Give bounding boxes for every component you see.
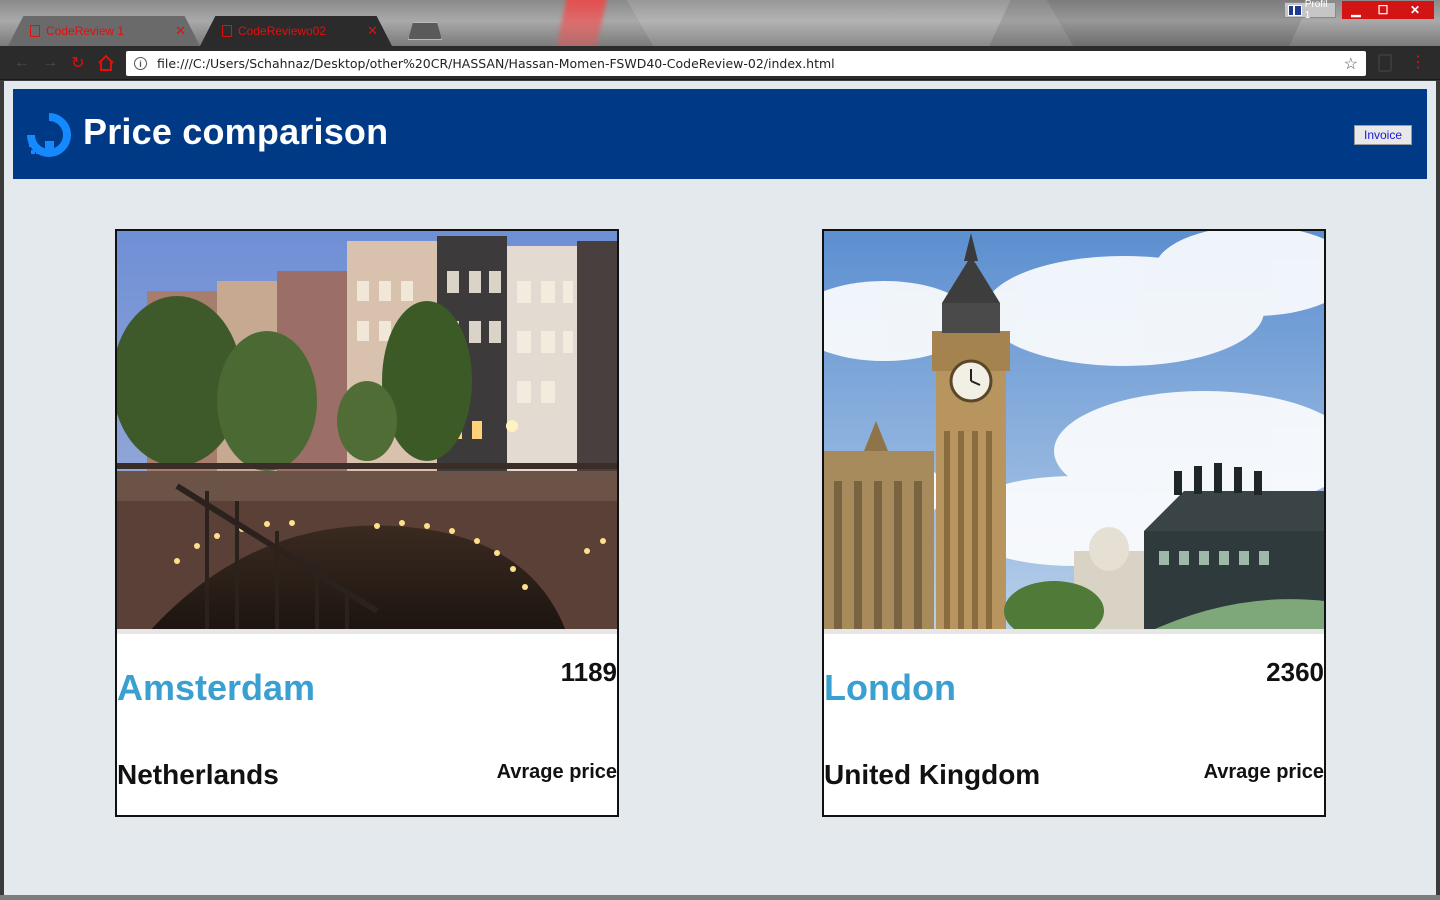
home-button[interactable] [96,53,116,73]
london-photo [824,231,1324,634]
close-icon[interactable]: ✕ [367,23,378,39]
bookmark-extension-icon[interactable] [1378,54,1392,72]
home-icon [98,54,114,71]
browser-tab-codereview-1[interactable]: CodeReview 1 ✕ [8,16,200,46]
window-frame-bottom [0,895,1440,900]
browser-titlebar: CodeReview 1 ✕ CodeReviewo02 ✕ Profil 1 … [0,0,1440,46]
document-icon [222,25,232,37]
reload-icon: ↻ [71,55,85,72]
document-icon [30,25,40,37]
close-icon[interactable]: ✕ [175,23,186,39]
city-name: Amsterdam [117,667,316,708]
arrow-left-icon: ← [14,54,30,71]
city-card-london: London 2360 United Kingdom Avrage price [822,229,1326,817]
minimize-icon: ▁ [1351,3,1361,17]
amsterdam-photo [117,231,617,634]
page-title: Price comparison [83,111,389,152]
logo-icon [27,113,71,157]
invoice-button[interactable]: Invoice [1354,125,1412,145]
price-value: 1189 [560,657,617,687]
new-tab-button[interactable] [408,22,442,40]
forward-button[interactable]: → [40,53,60,73]
arrow-right-icon: → [42,54,58,71]
star-icon[interactable]: ☆ [1344,54,1358,74]
page-viewport: Price comparison Invoice Amsterdam 1189 … [4,81,1436,895]
titlebar-decoration [551,0,609,46]
price-value: 2360 [1266,657,1324,687]
browser-toolbar: ← → ↻ i file:///C:/Users/Schahnaz/Deskto… [0,46,1440,80]
price-label: Avrage price [496,761,617,783]
close-window-button[interactable]: ✕ [1396,1,1434,19]
profile-flag-icon [1288,4,1302,16]
back-button[interactable]: ← [12,53,32,73]
titlebar-decoration [989,0,1311,46]
price-label: Avrage price [1203,761,1324,783]
menu-icon[interactable]: ⋮ [1410,54,1426,72]
country-name: Netherlands [117,759,279,790]
maximize-icon: ☐ [1377,3,1389,17]
city-name: London [824,667,956,708]
city-card-amsterdam: Amsterdam 1189 Netherlands Avrage price [115,229,619,817]
tab-label: CodeReview 1 [46,24,125,38]
minimize-button[interactable]: ▁ [1342,1,1370,19]
country-name: United Kingdom [824,759,1041,790]
maximize-button[interactable]: ☐ [1370,1,1396,19]
profile-button[interactable]: Profil 1 [1284,0,1336,21]
tab-label: CodeReviewo02 [238,24,327,38]
site-header: Price comparison Invoice [13,89,1427,179]
address-bar[interactable]: i file:///C:/Users/Schahnaz/Desktop/othe… [126,51,1366,76]
reload-button[interactable]: ↻ [68,53,88,73]
profile-label: Profil 1 [1304,0,1328,21]
address-url[interactable]: file:///C:/Users/Schahnaz/Desktop/other%… [157,56,1344,71]
close-icon: ✕ [1409,3,1421,17]
info-icon[interactable]: i [134,57,147,70]
browser-tab-codereview02[interactable]: CodeReviewo02 ✕ [200,16,392,46]
